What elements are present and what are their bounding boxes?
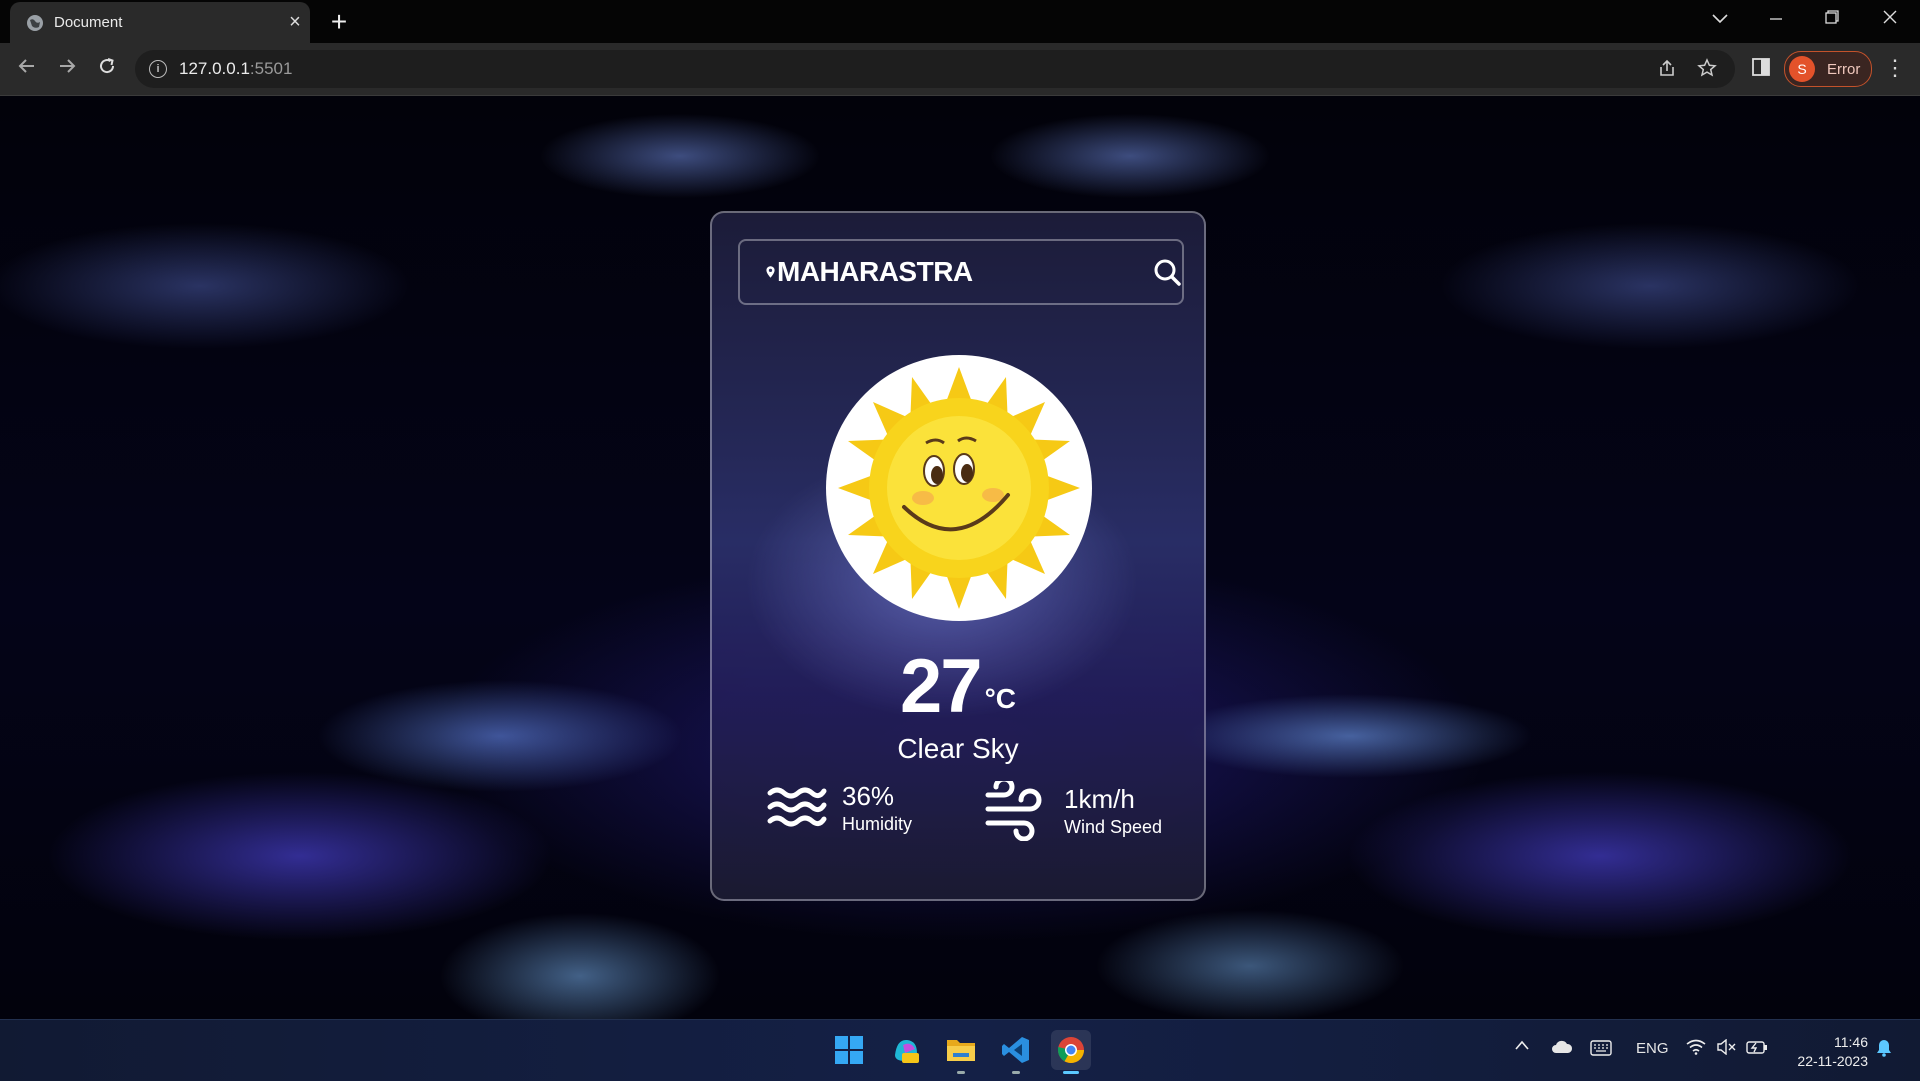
humidity-value: 36%: [842, 781, 895, 811]
minimize-button[interactable]: [1756, 8, 1796, 29]
chrome-icon: [1057, 1037, 1085, 1064]
weather-description: Clear Sky: [897, 733, 1019, 764]
search-icon: [1154, 259, 1181, 286]
taskbar-vscode[interactable]: [996, 1030, 1036, 1074]
wifi-icon[interactable]: [1686, 1039, 1706, 1059]
wind-speed-value: 1km/h: [1064, 784, 1135, 814]
page-background: 27°C Clear Sky 36% Humidity: [0, 96, 1920, 1019]
search-button[interactable]: [1152, 252, 1182, 292]
language-indicator[interactable]: ENG: [1636, 1040, 1669, 1057]
tab-title: Document: [54, 14, 123, 31]
weather-card: 27°C Clear Sky 36% Humidity: [710, 211, 1206, 901]
clock-date: 22-11-2023: [1797, 1053, 1868, 1069]
url-text: 127.0.0.1:5501: [179, 59, 293, 78]
browser-toolbar: i 127.0.0.1:5501 S Error ⋮: [0, 43, 1920, 96]
humidity-label: Humidity: [842, 814, 913, 834]
show-hidden-icons-chevron-icon[interactable]: [1514, 1038, 1530, 1055]
temperature-display: 27 °C: [712, 643, 1204, 730]
forward-button[interactable]: [53, 55, 81, 83]
vscode-icon: [1002, 1037, 1029, 1063]
notification-bell-icon[interactable]: [1876, 1039, 1892, 1061]
taskbar-file-explorer[interactable]: [941, 1030, 981, 1074]
location-search-box: [738, 239, 1184, 305]
weather-condition-image: [826, 355, 1092, 621]
running-indicator: [957, 1071, 965, 1074]
address-bar[interactable]: i 127.0.0.1:5501: [135, 50, 1735, 88]
site-info-icon[interactable]: i: [149, 60, 167, 78]
windows-logo-icon: [835, 1036, 863, 1064]
back-button[interactable]: [13, 55, 41, 83]
temperature-unit: °C: [984, 683, 1016, 714]
folder-icon: [947, 1040, 975, 1061]
bookmark-star-icon[interactable]: [1697, 58, 1717, 84]
wind-stat: 1km/h Wind Speed: [984, 781, 1162, 841]
taskbar-chrome[interactable]: [1051, 1030, 1091, 1074]
avatar: S: [1789, 56, 1815, 82]
close-window-button[interactable]: [1870, 8, 1910, 29]
new-tab-button[interactable]: +: [324, 6, 354, 38]
battery-charging-icon[interactable]: [1746, 1039, 1768, 1059]
location-pin-icon: [766, 266, 775, 278]
active-indicator: [1063, 1071, 1079, 1074]
running-indicator: [1012, 1071, 1020, 1074]
profile-button[interactable]: S Error: [1784, 51, 1872, 87]
keyboard-icon[interactable]: [1590, 1040, 1612, 1060]
wind-speed-label: Wind Speed: [1064, 817, 1163, 837]
temperature-value: 27: [900, 644, 983, 729]
reload-button[interactable]: [93, 55, 121, 83]
profile-status: Error: [1827, 60, 1861, 78]
humidity-waves-icon: [767, 787, 827, 827]
taskbar-copilot[interactable]: [886, 1030, 926, 1070]
wind-icon: [985, 781, 1042, 841]
restore-button[interactable]: [1812, 8, 1852, 29]
globe-icon: [27, 14, 43, 31]
humidity-stat: 36% Humidity: [766, 781, 912, 835]
location-input[interactable]: [777, 252, 1152, 292]
tab-strip: Document × +: [0, 0, 1920, 43]
menu-kebab-icon[interactable]: ⋮: [1884, 55, 1906, 81]
start-button[interactable]: [829, 1030, 869, 1070]
clock-time: 11:46: [1834, 1034, 1868, 1050]
copilot-pre-icon: [895, 1039, 919, 1063]
share-icon[interactable]: [1657, 58, 1677, 84]
onedrive-cloud-icon[interactable]: [1551, 1040, 1573, 1058]
system-clock[interactable]: 11:46 22-11-2023: [1778, 1033, 1868, 1071]
speaker-muted-icon[interactable]: [1716, 1038, 1736, 1059]
windows-taskbar: ENG 11:46 22-11-2023: [0, 1019, 1920, 1081]
smiling-sun-icon: [838, 367, 1080, 609]
tab-search-chevron-icon[interactable]: [1700, 8, 1740, 29]
close-tab-icon[interactable]: ×: [280, 11, 310, 34]
side-panel-icon[interactable]: [1747, 55, 1775, 83]
tab-document[interactable]: Document ×: [10, 2, 310, 43]
